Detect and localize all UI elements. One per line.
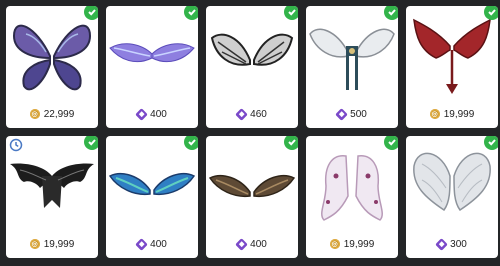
gold-coin-icon: ◎ bbox=[429, 109, 440, 119]
item-card-mono-feather-wings[interactable]: ◆ 460 bbox=[206, 6, 298, 128]
price-value: 19,999 bbox=[443, 108, 475, 120]
item-grid: ◎ 22,999 ◆ 400 ◆ 460 ◆ 500 ◎ 19,999 ◎ 19… bbox=[6, 6, 498, 258]
crystal-wings-image bbox=[413, 152, 491, 212]
purple-currency-icon: ◆ bbox=[335, 107, 349, 121]
pastel-wings-image bbox=[109, 43, 195, 63]
owned-check-icon bbox=[484, 6, 498, 20]
price-label: ◎ 19,999 bbox=[6, 236, 98, 252]
price-label: ◎ 19,999 bbox=[306, 236, 398, 252]
brown-feather-wings-image bbox=[208, 174, 296, 198]
price-value: 19,999 bbox=[343, 238, 375, 250]
price-label: ◎ 22,999 bbox=[6, 106, 98, 122]
mono-feather-wings-image bbox=[210, 33, 294, 66]
seraph-wings-image bbox=[309, 28, 395, 90]
owned-check-icon bbox=[284, 6, 298, 20]
price-label: ◆ 400 bbox=[206, 236, 298, 252]
price-label: ◆ 400 bbox=[106, 106, 198, 122]
owned-check-icon bbox=[184, 6, 198, 20]
owned-check-icon bbox=[84, 136, 98, 150]
price-value: 500 bbox=[350, 108, 367, 120]
price-value: 400 bbox=[150, 108, 167, 120]
owned-check-icon bbox=[284, 136, 298, 150]
item-card-ghost-wings[interactable]: ◎ 19,999 bbox=[306, 136, 398, 258]
owned-check-icon bbox=[384, 136, 398, 150]
bat-wings-image bbox=[10, 163, 94, 208]
demon-wings-image bbox=[413, 18, 491, 94]
purple-currency-icon: ◆ bbox=[135, 107, 149, 121]
price-value: 460 bbox=[250, 108, 267, 120]
owned-check-icon bbox=[184, 136, 198, 150]
owned-check-icon bbox=[384, 6, 398, 20]
purple-currency-icon: ◆ bbox=[435, 237, 449, 251]
gold-coin-icon: ◎ bbox=[29, 239, 40, 249]
price-label: ◆ 300 bbox=[406, 236, 498, 252]
item-card-brown-feather-wings[interactable]: ◆ 400 bbox=[206, 136, 298, 258]
price-value: 300 bbox=[450, 238, 467, 250]
owned-check-icon bbox=[484, 136, 498, 150]
blue-feather-wings-image bbox=[108, 172, 196, 196]
price-value: 22,999 bbox=[43, 108, 75, 120]
item-card-crystal-wings[interactable]: ◆ 300 bbox=[406, 136, 498, 258]
butterfly-wings-image bbox=[12, 24, 92, 91]
item-card-demon-wings[interactable]: ◎ 19,999 bbox=[406, 6, 498, 128]
item-card-seraph-wings[interactable]: ◆ 500 bbox=[306, 6, 398, 128]
item-card-bat-wings[interactable]: ◎ 19,999 bbox=[6, 136, 98, 258]
purple-currency-icon: ◆ bbox=[135, 237, 149, 251]
item-card-butterfly-wings[interactable]: ◎ 22,999 bbox=[6, 6, 98, 128]
price-label: ◎ 19,999 bbox=[406, 106, 498, 122]
purple-currency-icon: ◆ bbox=[235, 107, 249, 121]
price-label: ◆ 500 bbox=[306, 106, 398, 122]
price-value: 400 bbox=[150, 238, 167, 250]
price-value: 19,999 bbox=[43, 238, 75, 250]
gold-coin-icon: ◎ bbox=[329, 239, 340, 249]
gold-coin-icon: ◎ bbox=[29, 109, 40, 119]
price-label: ◆ 400 bbox=[106, 236, 198, 252]
price-value: 400 bbox=[250, 238, 267, 250]
item-card-blue-feather-wings[interactable]: ◆ 400 bbox=[106, 136, 198, 258]
item-card-pastel-wings[interactable]: ◆ 400 bbox=[106, 6, 198, 128]
price-label: ◆ 460 bbox=[206, 106, 298, 122]
ghost-wings-image bbox=[321, 155, 383, 221]
owned-check-icon bbox=[84, 6, 98, 20]
purple-currency-icon: ◆ bbox=[235, 237, 249, 251]
